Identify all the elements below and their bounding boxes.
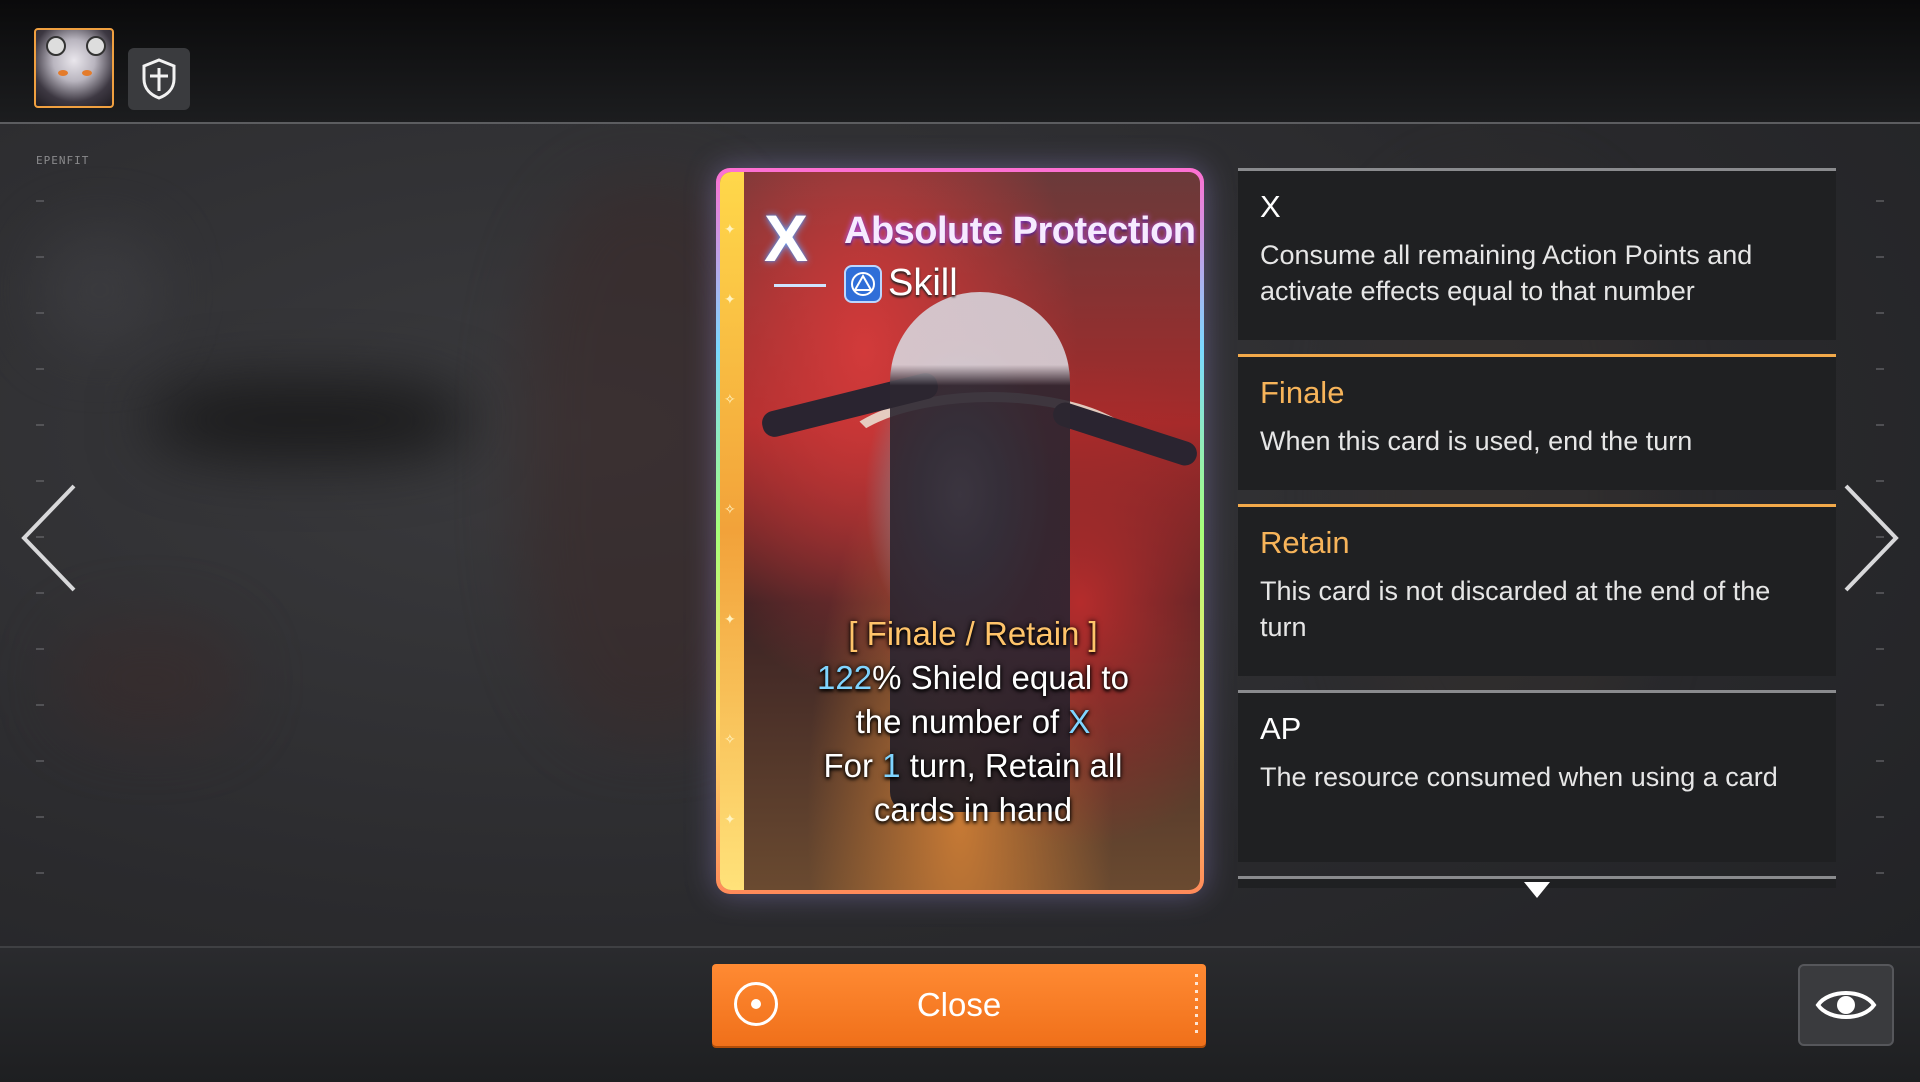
keyword-desc: When this card is used, end the turn (1260, 426, 1693, 456)
keyword-panel-x: X Consume all remaining Action Points an… (1238, 168, 1836, 340)
card-rarity-rail: ✦ ✦ ✧ ✧ ✦ ✧ ✦ (720, 172, 744, 890)
keyword-title: Retain (1260, 525, 1350, 560)
card-title: Absolute Protection (844, 210, 1196, 252)
target-icon (734, 982, 778, 1026)
effect-text: the number of (855, 703, 1069, 740)
button-edge-dots (1195, 974, 1198, 1036)
card-type-label: Skill (888, 262, 958, 304)
card-type: Skill (844, 262, 958, 305)
close-button[interactable]: Close (712, 964, 1206, 1046)
effect-text: turn, Retain all (900, 747, 1123, 784)
keyword-panel-finale: Finale When this card is used, end the t… (1238, 354, 1836, 490)
eye-icon[interactable] (1798, 964, 1894, 1046)
keyword-desc: The resource consumed when using a card (1260, 762, 1778, 792)
keyword-desc: This card is not discarded at the end of… (1260, 576, 1771, 642)
card-keywords-line: [ Finale / Retain ] (848, 615, 1098, 652)
character-avatar[interactable] (34, 28, 114, 108)
scroll-down-icon[interactable] (1524, 882, 1550, 898)
keyword-title: Finale (1260, 375, 1345, 410)
chevron-left-icon[interactable] (14, 478, 84, 598)
keyword-title: X (1260, 189, 1281, 224)
keyword-desc: Consume all remaining Action Points and … (1260, 240, 1753, 306)
effect-text: For (823, 747, 883, 784)
keyword-panel-ap: AP The resource consumed when using a ca… (1238, 690, 1836, 862)
effect-text: % Shield equal to (872, 659, 1129, 696)
close-button-label: Close (916, 986, 1002, 1023)
card-cost: X (764, 201, 809, 275)
retain-turns: 1 (882, 747, 901, 784)
keyword-panel-retain: Retain This card is not discarded at the… (1238, 504, 1836, 676)
cost-underline (774, 284, 826, 287)
shield-percent: 122 (817, 659, 873, 696)
keyword-list[interactable]: X Consume all remaining Action Points an… (1238, 168, 1836, 888)
effect-x: X (1068, 703, 1091, 740)
skill-type-icon (844, 264, 882, 303)
card-effect-text: [ Finale / Retain ] 122% Shield equal to… (760, 612, 1186, 832)
card-art: ✦ ✦ ✧ ✧ ✦ ✧ ✦ X Absolute Protection Skill [… (720, 172, 1200, 890)
chevron-right-icon[interactable] (1836, 478, 1906, 598)
effect-text: cards in hand (873, 791, 1073, 828)
top-bar (0, 0, 1920, 124)
skill-card: ✦ ✦ ✧ ✧ ✦ ✧ ✦ X Absolute Protection Skill [… (716, 168, 1204, 894)
side-label: EPENFIT (36, 154, 90, 167)
keyword-title: AP (1260, 711, 1302, 746)
shield-icon[interactable] (128, 48, 190, 110)
